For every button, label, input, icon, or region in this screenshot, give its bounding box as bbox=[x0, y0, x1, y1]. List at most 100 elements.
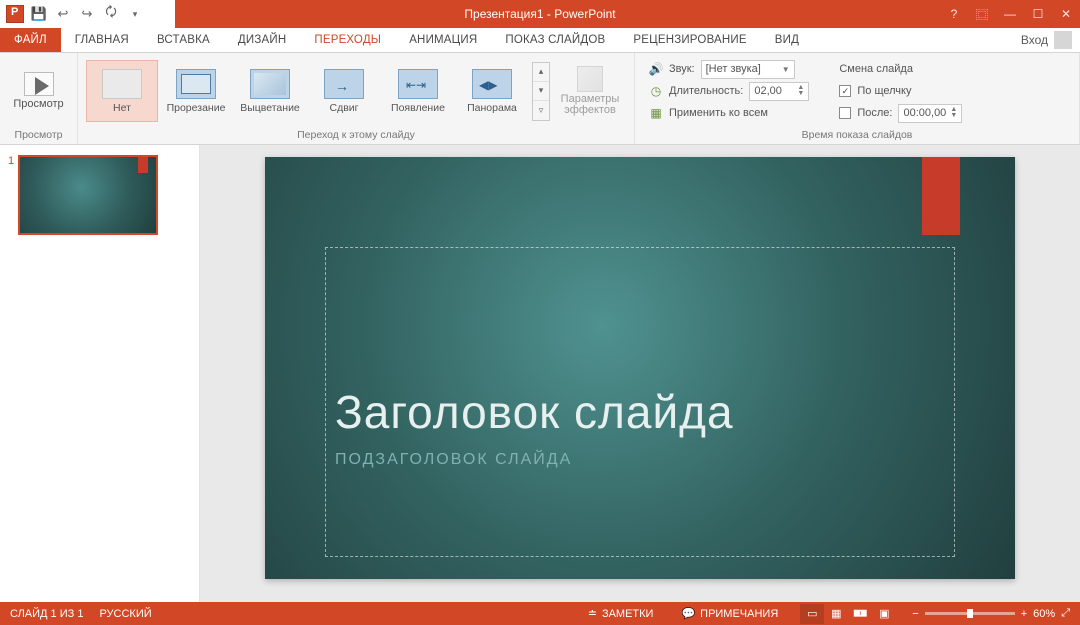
sound-icon: 🔊 bbox=[649, 62, 663, 76]
ribbon-toggle-icon[interactable]: ⿴ bbox=[968, 0, 996, 28]
group-transition-gallery: Нет Прорезание Выцветание → Сдвиг ⇤⇥ Поя… bbox=[78, 53, 635, 144]
gallery-scroll: ▴ ▾ ▿ bbox=[532, 62, 550, 121]
slide-thumbnail-image bbox=[18, 155, 158, 235]
window-controls: ? ⿴ — ☐ ✕ bbox=[940, 0, 1080, 28]
view-normal-icon[interactable]: ▭ bbox=[800, 604, 824, 624]
tab-home[interactable]: ГЛАВНАЯ bbox=[61, 28, 143, 52]
view-slideshow-icon[interactable]: ▣ bbox=[872, 604, 896, 624]
transition-split[interactable]: ◀▶ Панорама bbox=[456, 60, 528, 122]
duration-label: Длительность: bbox=[669, 85, 743, 97]
avatar-icon bbox=[1054, 31, 1072, 49]
notes-button[interactable]: ≐ ЗАМЕТКИ bbox=[582, 607, 660, 620]
group-preview-label: Просмотр bbox=[0, 129, 77, 144]
tab-animations[interactable]: АНИМАЦИЯ bbox=[395, 28, 491, 52]
on-click-label: По щелчку bbox=[857, 85, 911, 97]
status-bar: СЛАЙД 1 ИЗ 1 РУССКИЙ ≐ ЗАМЕТКИ 💬 ПРИМЕЧА… bbox=[0, 602, 1080, 625]
slide-subtitle-placeholder[interactable]: ПОДЗАГОЛОВОК СЛАЙДА bbox=[335, 451, 572, 469]
sound-value: [Нет звука] bbox=[706, 63, 761, 75]
group-timing: 🔊 Звук: [Нет звука] ▼ ◷ Длительность: 02… bbox=[635, 53, 1080, 144]
group-timing-label: Время показа слайдов bbox=[635, 129, 1079, 144]
slide-decor-ribbon bbox=[922, 157, 960, 235]
slide-canvas-pane: Заголовок слайда ПОДЗАГОЛОВОК СЛАЙДА bbox=[200, 145, 1080, 602]
work-area: 1 Заголовок слайда ПОДЗАГОЛОВОК СЛАЙДА bbox=[0, 145, 1080, 602]
transition-gallery: Нет Прорезание Выцветание → Сдвиг ⇤⇥ Поя… bbox=[86, 58, 550, 124]
slide-number: 1 bbox=[8, 155, 14, 235]
tab-slideshow[interactable]: ПОКАЗ СЛАЙДОВ bbox=[491, 28, 619, 52]
preview-button[interactable]: Просмотр bbox=[8, 58, 69, 124]
view-reading-icon[interactable]: 🀰 bbox=[848, 604, 872, 624]
gallery-expand[interactable]: ▿ bbox=[533, 101, 549, 120]
effect-options-label: Параметры эффектов bbox=[561, 94, 620, 116]
repeat-icon[interactable]: 🗘 bbox=[102, 3, 120, 25]
duration-input[interactable]: 02,00 ▲▼ bbox=[749, 82, 809, 101]
slide[interactable]: Заголовок слайда ПОДЗАГОЛОВОК СЛАЙДА bbox=[265, 157, 1015, 579]
help-icon[interactable]: ? bbox=[940, 0, 968, 28]
ribbon: Просмотр Просмотр Нет Прорезание Выцвета… bbox=[0, 53, 1080, 145]
apply-all-label: Применить ко всем bbox=[669, 107, 768, 119]
transition-wipe[interactable]: ⇤⇥ Появление bbox=[382, 60, 454, 122]
apply-all-icon: ▦ bbox=[649, 106, 663, 120]
close-icon[interactable]: ✕ bbox=[1052, 0, 1080, 28]
qat-dropdown-icon[interactable]: ▾ bbox=[126, 9, 144, 20]
sound-dropdown[interactable]: [Нет звука] ▼ bbox=[701, 60, 795, 79]
language-indicator[interactable]: РУССКИЙ bbox=[99, 608, 151, 620]
zoom-control: − + 60% ⤢ bbox=[912, 607, 1070, 620]
advance-title: Смена слайда bbox=[839, 63, 913, 75]
slide-thumbnail-1[interactable]: 1 bbox=[8, 155, 191, 235]
tab-file[interactable]: ФАЙЛ bbox=[0, 28, 61, 52]
save-icon[interactable]: 💾 bbox=[30, 6, 48, 22]
after-label: После: bbox=[857, 107, 892, 119]
tab-review[interactable]: РЕЦЕНЗИРОВАНИЕ bbox=[619, 28, 760, 52]
slide-thumbnails-pane: 1 bbox=[0, 145, 200, 602]
quick-access-toolbar: 💾 ↩ ↪ 🗘 ▾ bbox=[0, 0, 150, 28]
minimize-icon[interactable]: — bbox=[996, 0, 1024, 28]
redo-icon[interactable]: ↪ bbox=[78, 6, 96, 22]
view-sorter-icon[interactable]: ▦ bbox=[824, 604, 848, 624]
apply-to-all-button[interactable]: ▦ Применить ко всем bbox=[649, 103, 809, 123]
tab-view[interactable]: ВИД bbox=[761, 28, 813, 52]
transition-cut[interactable]: Прорезание bbox=[160, 60, 232, 122]
maximize-icon[interactable]: ☐ bbox=[1024, 0, 1052, 28]
after-checkbox[interactable] bbox=[839, 107, 851, 119]
gallery-scroll-up[interactable]: ▴ bbox=[533, 63, 549, 82]
slide-title-placeholder[interactable]: Заголовок слайда bbox=[335, 385, 734, 439]
sign-in[interactable]: Вход bbox=[1013, 28, 1080, 52]
effect-options-icon bbox=[577, 66, 603, 92]
group-preview: Просмотр Просмотр bbox=[0, 53, 78, 144]
transition-fade[interactable]: Выцветание bbox=[234, 60, 306, 122]
on-click-checkbox[interactable]: ✓ По щелчку bbox=[839, 81, 962, 101]
view-buttons: ▭ ▦ 🀰 ▣ bbox=[800, 604, 896, 624]
play-icon bbox=[35, 77, 49, 95]
comments-icon: 💬 bbox=[681, 607, 695, 620]
tab-design[interactable]: ДИЗАЙН bbox=[224, 28, 300, 52]
ribbon-tabs: ФАЙЛ ГЛАВНАЯ ВСТАВКА ДИЗАЙН ПЕРЕХОДЫ АНИ… bbox=[0, 28, 1080, 53]
gallery-scroll-down[interactable]: ▾ bbox=[533, 82, 549, 101]
after-input[interactable]: 00:00,00 ▲▼ bbox=[898, 104, 962, 123]
sound-label: Звук: bbox=[669, 63, 695, 75]
after-value: 00:00,00 bbox=[903, 107, 946, 119]
window-title: Презентация1 - PowerPoint bbox=[0, 7, 1080, 21]
zoom-slider[interactable] bbox=[925, 612, 1015, 615]
checkbox-icon: ✓ bbox=[839, 85, 851, 97]
tab-insert[interactable]: ВСТАВКА bbox=[143, 28, 224, 52]
app-icon bbox=[6, 5, 24, 23]
duration-value: 02,00 bbox=[754, 85, 782, 97]
comments-button[interactable]: 💬 ПРИМЕЧАНИЯ bbox=[675, 607, 784, 620]
zoom-percent[interactable]: 60% bbox=[1033, 608, 1055, 620]
preview-button-label: Просмотр bbox=[13, 98, 63, 110]
group-gallery-label: Переход к этому слайду bbox=[78, 129, 634, 144]
timing-left-col: 🔊 Звук: [Нет звука] ▼ ◷ Длительность: 02… bbox=[643, 59, 815, 123]
slide-counter[interactable]: СЛАЙД 1 ИЗ 1 bbox=[10, 608, 83, 620]
undo-icon[interactable]: ↩ bbox=[54, 6, 72, 22]
transition-push[interactable]: → Сдвиг bbox=[308, 60, 380, 122]
zoom-in-icon[interactable]: + bbox=[1021, 608, 1027, 620]
transition-none[interactable]: Нет bbox=[86, 60, 158, 122]
sign-in-label: Вход bbox=[1021, 33, 1048, 47]
title-bar: 💾 ↩ ↪ 🗘 ▾ Презентация1 - PowerPoint ? ⿴ … bbox=[0, 0, 1080, 28]
zoom-out-icon[interactable]: − bbox=[912, 608, 918, 620]
tab-transitions[interactable]: ПЕРЕХОДЫ bbox=[300, 28, 395, 52]
fit-to-window-icon[interactable]: ⤢ bbox=[1061, 607, 1070, 620]
notes-icon: ≐ bbox=[588, 607, 597, 620]
timing-right-col: Смена слайда ✓ По щелчку После: 00:00,00… bbox=[833, 59, 968, 123]
effect-options-button[interactable]: Параметры эффектов bbox=[554, 58, 626, 124]
